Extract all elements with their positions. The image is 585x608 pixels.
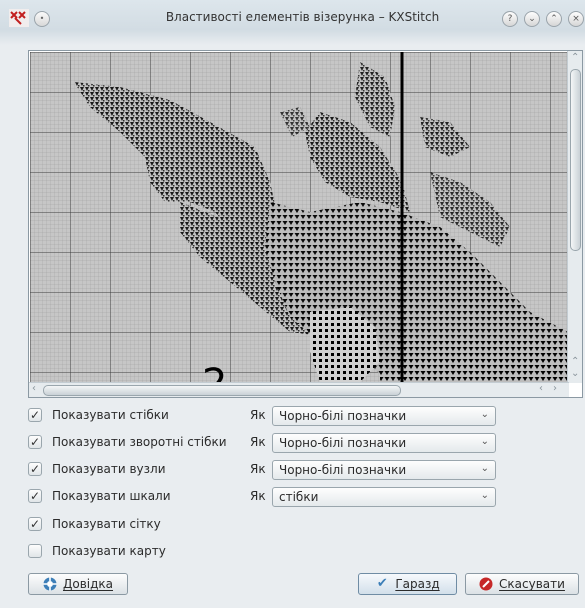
horizontal-scroll-thumb[interactable] (43, 385, 401, 396)
knots-style-select[interactable]: Чорно-білі позначки ⌄ (272, 460, 496, 480)
show-grid-label: Показувати сітку (52, 517, 161, 531)
show-scales-checkbox[interactable]: ✓ (28, 489, 42, 503)
chevron-down-icon: ⌄ (480, 436, 489, 447)
minimize-icon[interactable]: ⌄ (524, 11, 540, 27)
window-menu-icon[interactable]: • (34, 11, 50, 27)
chevron-down-icon: ⌄ (480, 463, 489, 474)
as-label: Як (250, 435, 266, 449)
scroll-up-icon-lower[interactable]: ⌃ (571, 356, 579, 367)
show-map-checkbox[interactable] (28, 544, 42, 558)
preview-overlay-number: 2 (202, 361, 227, 382)
horizontal-scrollbar[interactable]: ‹ ‹ › (29, 382, 569, 397)
help-question-icon[interactable]: ? (502, 11, 518, 27)
scroll-down-icon[interactable]: ⌄ (571, 368, 579, 379)
scroll-left-icon-right[interactable]: ‹ (539, 383, 543, 394)
vertical-scroll-thumb[interactable] (570, 69, 581, 251)
close-icon[interactable]: × (568, 11, 584, 27)
show-backstitches-label: Показувати зворотні стібки (52, 435, 227, 449)
chevron-down-icon: ⌄ (480, 409, 489, 420)
ok-button-label: Гаразд (395, 577, 440, 591)
stitches-style-select[interactable]: Чорно-білі позначки ⌄ (272, 406, 496, 426)
window-title: Властивості елементів візерунка – KXStit… (165, 10, 440, 24)
select-value: Чорно-білі позначки (279, 409, 407, 423)
maximize-icon[interactable]: ⌃ (546, 11, 562, 27)
title-bar: • Властивості елементів візерунка – KXSt… (0, 0, 585, 38)
select-value: стібки (279, 490, 319, 504)
cancel-button[interactable]: Скасувати (465, 573, 579, 595)
show-knots-label: Показувати вузли (52, 462, 166, 476)
scroll-right-icon[interactable]: › (553, 383, 557, 394)
kxstitch-app-icon[interactable] (9, 9, 29, 27)
help-book-icon (43, 577, 57, 591)
show-map-label: Показувати карту (52, 544, 166, 558)
show-scales-label: Показувати шкали (52, 489, 171, 503)
cancel-icon (479, 577, 493, 591)
select-value: Чорно-білі позначки (279, 463, 407, 477)
ok-button[interactable]: ✔ Гаразд (358, 573, 457, 595)
scales-style-select[interactable]: стібки ⌄ (272, 487, 496, 507)
select-value: Чорно-білі позначки (279, 436, 407, 450)
option-row-map: Показувати карту (28, 541, 328, 563)
scroll-up-icon[interactable]: ⌃ (571, 52, 579, 63)
option-row-grid: ✓ Показувати сітку (28, 514, 328, 536)
as-label: Як (250, 489, 266, 503)
chevron-down-icon: ⌄ (480, 490, 489, 501)
as-label: Як (250, 462, 266, 476)
show-grid-checkbox[interactable]: ✓ (28, 517, 42, 531)
show-backstitches-checkbox[interactable]: ✓ (28, 435, 42, 449)
help-button-label: Довідка (62, 577, 114, 591)
check-icon: ✔ (376, 576, 388, 591)
help-button[interactable]: Довідка (28, 573, 128, 595)
backstitches-style-select[interactable]: Чорно-білі позначки ⌄ (272, 433, 496, 453)
scroll-left-icon[interactable]: ‹ (32, 383, 36, 394)
show-stitches-label: Показувати стібки (52, 408, 169, 422)
cancel-button-label: Скасувати (499, 577, 565, 591)
show-stitches-checkbox[interactable]: ✓ (28, 408, 42, 422)
dialog-window: • Властивості елементів візерунка – KXSt… (0, 0, 585, 608)
pattern-canvas[interactable]: 2 (30, 52, 568, 382)
vertical-scrollbar[interactable]: ⌃ ⌃ ⌄ (567, 51, 582, 383)
pattern-preview[interactable]: 2 ⌃ ⌃ ⌄ ‹ ‹ › (28, 50, 583, 398)
show-knots-checkbox[interactable]: ✓ (28, 462, 42, 476)
as-label: Як (250, 408, 266, 422)
